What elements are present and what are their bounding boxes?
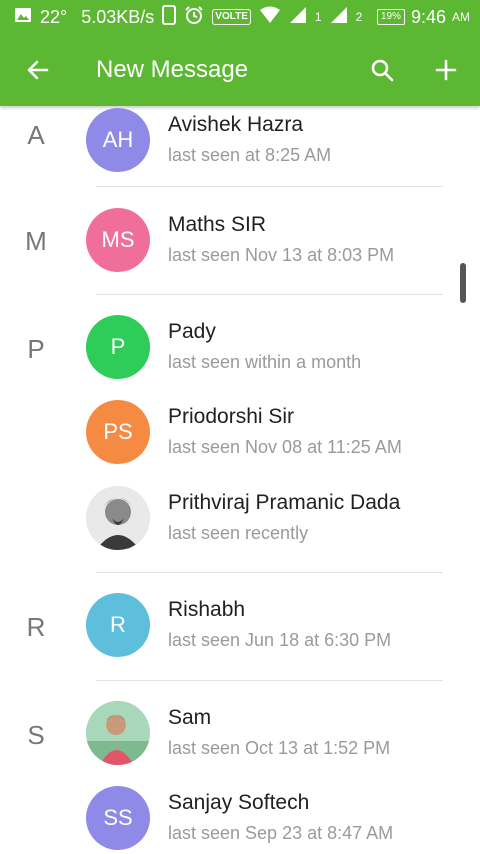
back-button[interactable] (20, 52, 56, 88)
avatar: MS (86, 208, 150, 272)
section-letter-a: A (27, 120, 45, 150)
contact-text: Sanjay Softech last seen Sep 23 at 8:47 … (168, 790, 393, 846)
person-photo-icon (86, 486, 150, 550)
clock-ampm: AM (452, 10, 470, 24)
image-icon (14, 6, 32, 29)
contact-row-pady[interactable]: P Pady last seen within a month (86, 307, 456, 387)
contact-name: Prithviraj Pramanic Dada (168, 491, 401, 514)
avatar-photo (86, 701, 150, 765)
person-photo-icon (86, 701, 150, 765)
status-left: 22° (0, 6, 67, 29)
section-letter-m: M (25, 226, 47, 256)
app-bar-actions (362, 50, 480, 90)
network-speed: 5.03KB/s (81, 6, 155, 27)
contact-name: Pady (168, 320, 216, 343)
status-bar: 22° 5.03KB/s VOLTE 1 2 19% 9:46 AM (0, 0, 480, 34)
wifi-icon (259, 6, 281, 29)
page-title: New Message (96, 56, 249, 83)
app-bar: New Message (0, 34, 480, 106)
avatar: PS (86, 400, 150, 464)
section-divider (96, 294, 443, 295)
volte-badge: VOLTE (212, 9, 251, 25)
phone-icon (162, 4, 177, 30)
clock-time: 9:46 (410, 6, 446, 27)
section-divider (96, 572, 443, 573)
scrollbar-thumb[interactable] (460, 263, 466, 303)
contact-list[interactable]: A AH Avishek Hazra last seen at 8:25 AM … (0, 106, 480, 854)
search-button[interactable] (362, 50, 402, 90)
contact-name: Rishabh (168, 598, 246, 621)
contact-text: Rishabh last seen Jun 18 at 6:30 PM (168, 597, 391, 653)
contact-name: Sam (168, 706, 212, 729)
section-letter-s: S (27, 720, 45, 750)
contact-name: Maths SIR (168, 213, 267, 236)
contact-name: Priodorshi Sir (168, 405, 295, 428)
contact-text: Pady last seen within a month (168, 319, 361, 375)
contact-text: Avishek Hazra last seen at 8:25 AM (168, 112, 331, 168)
contact-last-seen: last seen Nov 13 at 8:03 PM (168, 245, 395, 265)
alarm-icon (184, 5, 204, 30)
contact-last-seen: last seen recently (168, 523, 309, 543)
status-right: 19% 9:46 AM (376, 6, 480, 28)
contact-name: Sanjay Softech (168, 791, 310, 814)
contact-row-priodorshi-sir[interactable]: PS Priodorshi Sir last seen Nov 08 at 11… (86, 392, 456, 472)
contact-row-prithviraj-pramanic-dada[interactable]: Prithviraj Pramanic Dada last seen recen… (86, 478, 456, 558)
avatar-photo (86, 486, 150, 550)
contact-text: Sam last seen Oct 13 at 1:52 PM (168, 705, 390, 761)
contact-last-seen: last seen within a month (168, 352, 362, 372)
avatar: SS (86, 786, 150, 850)
plus-icon (435, 59, 457, 81)
contact-row-maths-sir[interactable]: MS Maths SIR last seen Nov 13 at 8:03 PM (86, 200, 456, 280)
sim2-label: 2 (355, 10, 363, 24)
arrow-left-icon (27, 60, 49, 80)
avatar: AH (86, 108, 150, 172)
avatar: R (86, 593, 150, 657)
contact-row-sanjay-softech[interactable]: SS Sanjay Softech last seen Sep 23 at 8:… (86, 778, 456, 854)
contact-row-rishabh[interactable]: R Rishabh last seen Jun 18 at 6:30 PM (86, 585, 456, 665)
contact-row-sam[interactable]: Sam last seen Oct 13 at 1:52 PM (86, 693, 456, 773)
signal-icon (330, 6, 348, 29)
contact-name: Avishek Hazra (168, 113, 304, 136)
contact-text: Maths SIR last seen Nov 13 at 8:03 PM (168, 212, 394, 268)
avatar: P (86, 315, 150, 379)
search-icon (371, 59, 394, 82)
status-mid: 5.03KB/s VOLTE 1 2 (81, 4, 363, 30)
section-divider (96, 680, 443, 681)
section-letter-p: P (27, 334, 45, 364)
section-divider (96, 186, 443, 187)
add-button[interactable] (426, 50, 466, 90)
contact-row-avishek-hazra[interactable]: AH Avishek Hazra last seen at 8:25 AM (86, 106, 456, 180)
contact-text: Priodorshi Sir last seen Nov 08 at 11:25… (168, 404, 402, 460)
section-letter-r: R (26, 612, 46, 642)
contact-text: Prithviraj Pramanic Dada last seen recen… (168, 490, 400, 546)
signal-icon (289, 6, 307, 29)
contact-last-seen: last seen Sep 23 at 8:47 AM (168, 823, 394, 843)
temperature: 22° (40, 6, 68, 27)
contact-last-seen: last seen Oct 13 at 1:52 PM (168, 738, 391, 758)
contact-last-seen: last seen Jun 18 at 6:30 PM (168, 630, 392, 650)
contact-last-seen: last seen Nov 08 at 11:25 AM (168, 437, 402, 457)
sim1-label: 1 (314, 10, 322, 24)
battery-indicator: 19% (376, 9, 405, 25)
contact-last-seen: last seen at 8:25 AM (168, 145, 332, 165)
